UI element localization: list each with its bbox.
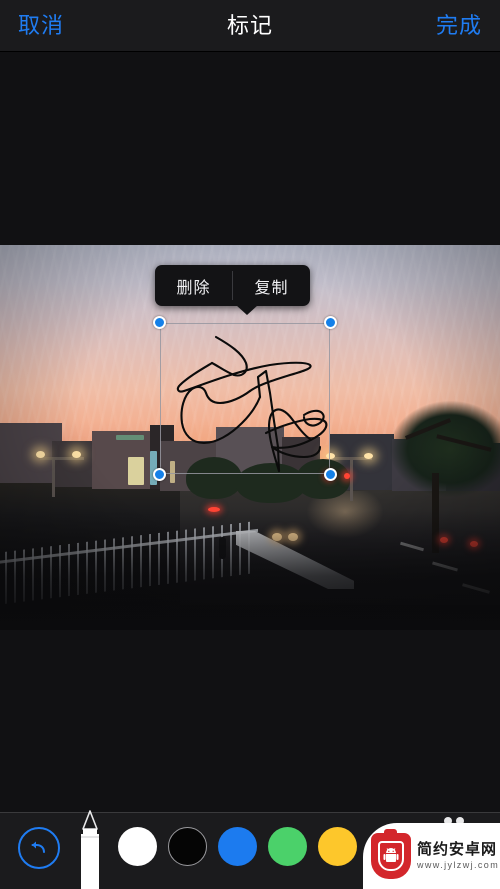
markup-tool-bar: 简约安卓网 www.jylzwj.com: [0, 810, 500, 889]
resize-handle-top-right[interactable]: [324, 316, 337, 329]
context-menu-pointer-arrow: [236, 305, 258, 315]
color-swatch-white[interactable]: [118, 827, 157, 866]
page-title: 标记: [226, 12, 273, 38]
annotation-selection-box[interactable]: [153, 316, 337, 481]
resize-handle-top-left[interactable]: [153, 316, 166, 329]
color-swatch-green[interactable]: [268, 827, 307, 866]
color-swatch-black[interactable]: [168, 827, 207, 866]
top-navigation-bar: 取消 标记 完成: [0, 0, 500, 52]
context-menu-delete[interactable]: 删除: [155, 265, 232, 306]
cancel-button[interactable]: 取消: [18, 14, 64, 37]
watermark-url: www.jylzwj.com: [417, 860, 500, 870]
markup-editor-screen: 取消 标记 完成 删除 复制 简约安卓网 www.jylzwj.com: [0, 0, 500, 889]
android-glyph: [383, 848, 399, 862]
resize-handle-bottom-left[interactable]: [153, 468, 166, 481]
undo-button[interactable]: [18, 827, 60, 869]
watermark-title: 简约安卓网: [417, 841, 498, 858]
android-robot-icon: [378, 841, 404, 871]
undo-arrow-icon: [31, 841, 45, 853]
pen-icon: [81, 810, 99, 889]
context-menu-copy[interactable]: 复制: [233, 265, 310, 306]
color-swatch-blue[interactable]: [218, 827, 257, 866]
marker-pen-tool[interactable]: [72, 807, 108, 889]
resize-handle-bottom-right[interactable]: [324, 468, 337, 481]
shield-icon: [371, 829, 411, 879]
done-button[interactable]: 完成: [436, 14, 482, 37]
site-watermark: 简约安卓网 www.jylzwj.com: [363, 823, 500, 889]
photo-bottom-fade: [0, 510, 500, 630]
signature-scribble[interactable]: [150, 311, 342, 487]
color-swatch-yellow[interactable]: [318, 827, 357, 866]
watermark-text: 简约安卓网 www.jylzwj.com: [417, 842, 499, 870]
context-menu: 删除 复制: [155, 265, 310, 315]
markup-canvas[interactable]: 删除 复制: [0, 52, 500, 812]
